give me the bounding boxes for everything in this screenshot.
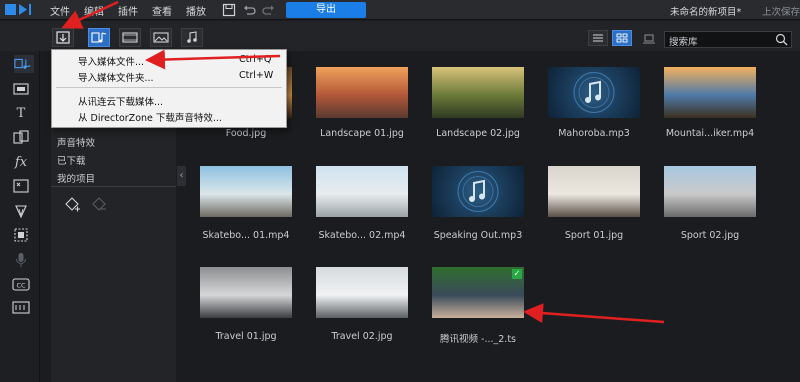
fx-room-icon[interactable]: fx [11,153,31,171]
imported-check-icon: ✓ [512,269,522,279]
search-input[interactable]: 搜索库 [669,34,698,48]
search-icon[interactable] [775,33,788,46]
media-thumbnail[interactable] [664,67,756,118]
subtitle-room-icon[interactable] [11,226,31,244]
remove-tag-icon[interactable] [90,196,108,214]
film-icon [122,32,138,43]
menu-separator [56,87,282,88]
media-label: Food.jpg [225,128,267,139]
media-label: Sport 01.jpg [564,230,624,241]
nav-sound-effects[interactable]: 声音特效 [57,135,95,149]
save-icon[interactable] [222,3,236,17]
filter-image-button[interactable] [150,28,172,47]
menu-item-label: 从讯连云下载媒体... [78,97,164,108]
title-room-icon[interactable]: T [11,104,31,122]
nav-divider [51,186,176,187]
media-label: Skatebo... 01.mp4 [202,230,290,241]
add-tag-icon[interactable] [63,196,81,214]
media-thumbnail[interactable] [432,166,524,217]
grid-view-icon [616,33,628,43]
voiceover-room-icon[interactable] [11,251,31,269]
import-media-button[interactable] [52,28,74,47]
import-icon [56,31,70,44]
collapse-panel-button[interactable]: ‹ [177,166,186,186]
list-view-icon [593,34,603,42]
nav-downloaded[interactable]: 已下载 [57,153,86,167]
media-label: Mountai...iker.mp4 [665,128,755,139]
room-icon-rail: T fx CC [0,51,40,382]
media-room-icon[interactable] [14,55,34,73]
filter-video-button[interactable] [119,28,141,47]
music-note-icon [187,31,197,43]
image-icon [153,32,169,43]
transition-room-icon[interactable] [11,129,31,147]
media-thumbnail[interactable] [200,267,292,318]
media-thumbnail[interactable] [200,166,292,217]
svg-text:CC: CC [16,281,26,289]
menu-item-label: 从 DirectorZone 下载声音特效... [78,113,222,124]
media-all-icon [91,32,107,43]
media-label: Sport 02.jpg [680,230,740,241]
media-thumbnail[interactable] [664,166,756,217]
menu-item-label: 导入媒体文件夹... [78,73,154,84]
media-thumbnail[interactable] [316,67,408,118]
menu-download-from-cloud[interactable]: 从讯连云下载媒体... [52,92,286,108]
thumbnail-size-icon[interactable] [640,32,658,46]
media-thumbnail[interactable] [316,166,408,217]
menu-file[interactable]: 文件 [50,3,70,18]
media-thumbnail[interactable] [548,166,640,217]
app-logo-icon [5,4,31,15]
menu-view[interactable]: 查看 [152,3,172,18]
menu-play[interactable]: 播放 [186,3,206,18]
chapter-room-icon[interactable] [11,298,31,316]
menu-item-shortcut: Ctrl+W [239,70,274,81]
menu-bar: 文件 编辑 插件 查看 播放 导出 未命名的新项目* 上次保存 [0,0,800,20]
menu-import-media-files[interactable]: 导入媒体文件... Ctrl+Q [52,52,286,68]
media-label: 腾讯视频 -..._2.ts [440,334,516,345]
menu-item-shortcut: Ctrl+Q [239,54,272,65]
media-label: Travel 02.jpg [331,331,393,342]
nav-my-projects[interactable]: 我的项目 [57,171,95,185]
redo-icon[interactable] [262,3,276,17]
pip-room-icon[interactable] [11,177,31,195]
music-note-icon [573,72,615,113]
media-thumbnail[interactable] [316,267,408,318]
undo-icon[interactable] [242,3,256,17]
media-thumbnail[interactable] [548,67,640,118]
list-view-button[interactable] [588,30,608,46]
media-label: Landscape 02.jpg [436,128,520,139]
media-label: Speaking Out.mp3 [433,230,523,241]
menu-edit[interactable]: 编辑 [84,3,104,18]
project-title: 未命名的新项目* [670,7,742,18]
media-label: Mahoroba.mp3 [558,128,630,139]
menu-item-label: 导入媒体文件... [78,57,145,68]
media-label: Travel 01.jpg [215,331,277,342]
project-save-status: 上次保存 [762,7,800,18]
menu-plugins[interactable]: 插件 [118,3,138,18]
media-thumbnail[interactable] [432,67,524,118]
effects-room-icon[interactable] [11,80,31,98]
filter-audio-button[interactable] [181,28,203,47]
import-dropdown-menu: 导入媒体文件... Ctrl+Q 导入媒体文件夹... Ctrl+W 从讯连云下… [51,49,287,128]
menu-import-media-folder[interactable]: 导入媒体文件夹... Ctrl+W [52,68,286,84]
grid-view-button[interactable] [612,30,632,46]
menu-download-from-directorzone[interactable]: 从 DirectorZone 下载声音特效... [52,108,286,124]
media-thumbnail[interactable]: ✓ [432,267,524,318]
media-label: Skatebo... 02.mp4 [318,230,406,241]
search-box[interactable]: 搜索库 [664,31,792,48]
music-note-icon [457,171,499,212]
export-button[interactable]: 导出 [286,2,366,18]
media-label: Landscape 01.jpg [320,128,404,139]
closed-caption-room-icon[interactable]: CC [11,275,31,293]
particle-room-icon[interactable] [11,202,31,220]
filter-all-media-button[interactable] [88,28,110,47]
